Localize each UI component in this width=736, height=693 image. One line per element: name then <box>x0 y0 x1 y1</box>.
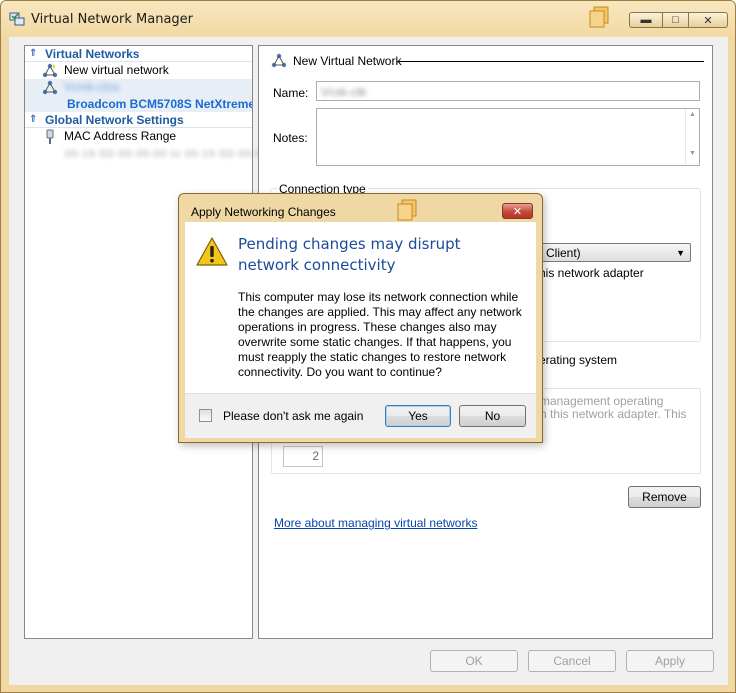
vlan-id-input[interactable]: 2 <box>283 446 323 467</box>
global-network-settings-header[interactable]: ⇑ Global Network Settings <box>25 112 252 128</box>
warning-icon <box>196 237 228 266</box>
dialog-close-button[interactable]: ✕ <box>502 203 533 219</box>
maximize-icon: □ <box>672 14 679 26</box>
close-icon: ✕ <box>703 14 713 27</box>
network-icon <box>42 80 58 95</box>
item-label: New virtual network <box>64 63 169 77</box>
scroll-up-icon[interactable]: ▲ <box>686 111 699 118</box>
mac-address-range-item[interactable]: MAC Address Range <box>25 128 252 145</box>
dialog-title: Apply Networking Changes <box>191 205 336 219</box>
chevron-down-icon: ▼ <box>676 248 685 258</box>
collapse-icon: ⇑ <box>29 114 38 125</box>
dialog-message: This computer may lose its network conne… <box>238 290 522 379</box>
window-stack-icon <box>589 6 609 28</box>
name-label: Name: <box>273 86 309 100</box>
dialog-footer: Please don't ask me again Yes No <box>185 393 536 438</box>
mgmt-text-fragment-2: n this network adapter. This <box>540 407 687 421</box>
window-stack-icon <box>397 199 417 221</box>
ok-button[interactable]: OK <box>430 650 518 672</box>
mgmt-text-fragment-1: management operating <box>540 394 664 408</box>
close-button[interactable]: ✕ <box>689 12 728 28</box>
notes-label: Notes: <box>273 131 308 145</box>
network-cable-icon <box>46 129 54 144</box>
remove-button[interactable]: Remove <box>628 486 701 508</box>
scroll-down-icon[interactable]: ▼ <box>686 150 699 157</box>
pane-header: New Virtual Network <box>293 54 402 68</box>
existing-network-item[interactable]: Vcmk-ctss <box>25 79 252 96</box>
header-divider <box>398 61 704 62</box>
notes-scrollbar[interactable]: ▲ ▼ <box>685 109 699 165</box>
more-info-link[interactable]: More about managing virtual networks <box>274 516 477 530</box>
network-manager-icon <box>9 12 25 26</box>
new-network-icon <box>271 53 287 68</box>
title-bar[interactable]: Virtual Network Manager ▬ □ ✕ <box>1 1 735 37</box>
virtual-network-manager-window: Virtual Network Manager ▬ □ ✕ ⇑ Virtual … <box>0 0 736 693</box>
collapse-icon: ⇑ <box>29 48 38 59</box>
mac-address-value: 00-15-5D-00-00-00 to 00-15-5D-00-FF-FF <box>25 145 288 162</box>
name-value-redacted: Vcsk-ctk <box>321 85 367 99</box>
minimize-icon: ▬ <box>640 14 652 26</box>
maximize-button[interactable]: □ <box>663 12 689 28</box>
dont-ask-checkbox[interactable] <box>199 409 212 422</box>
notes-field[interactable]: ▲ ▼ <box>316 108 700 166</box>
window-title: Virtual Network Manager <box>31 12 194 27</box>
minimize-button[interactable]: ▬ <box>629 12 663 28</box>
window-controls: ▬ □ ✕ <box>629 12 728 28</box>
apply-button[interactable]: Apply <box>626 650 714 672</box>
name-field[interactable]: Vcsk-ctk <box>316 81 700 101</box>
new-network-icon <box>42 63 58 78</box>
no-button[interactable]: No <box>459 405 526 427</box>
dont-ask-label[interactable]: Please don't ask me again <box>223 409 363 423</box>
yes-button[interactable]: Yes <box>385 405 451 427</box>
os-text-fragment: erating system <box>539 353 618 367</box>
network-name-redacted: Vcmk-ctss <box>64 80 120 94</box>
apply-networking-changes-dialog: Apply Networking Changes ✕ Pending chang… <box>178 193 543 443</box>
item-label: MAC Address Range <box>64 129 177 143</box>
section-label: Global Network Settings <box>45 113 184 127</box>
cancel-button[interactable]: Cancel <box>528 650 616 672</box>
section-label: Virtual Networks <box>45 47 140 61</box>
adapter-text-fragment: his network adapter <box>539 266 644 280</box>
dialog-body: Pending changes may disrupt network conn… <box>185 222 536 393</box>
mac-value-redacted: 00-15-5D-00-00-00 to 00-15-5D-00-FF-FF <box>65 149 290 160</box>
dialog-heading: Pending changes may disrupt network conn… <box>238 235 461 274</box>
new-virtual-network-item[interactable]: New virtual network <box>25 62 252 79</box>
virtual-networks-header[interactable]: ⇑ Virtual Networks <box>25 46 252 62</box>
close-icon: ✕ <box>512 205 523 218</box>
adapter-label[interactable]: Broadcom BCM5708S NetXtreme <box>25 96 252 112</box>
adapter-combo[interactable]: Client) ▼ <box>541 243 691 262</box>
combo-value: Client) <box>546 246 581 260</box>
